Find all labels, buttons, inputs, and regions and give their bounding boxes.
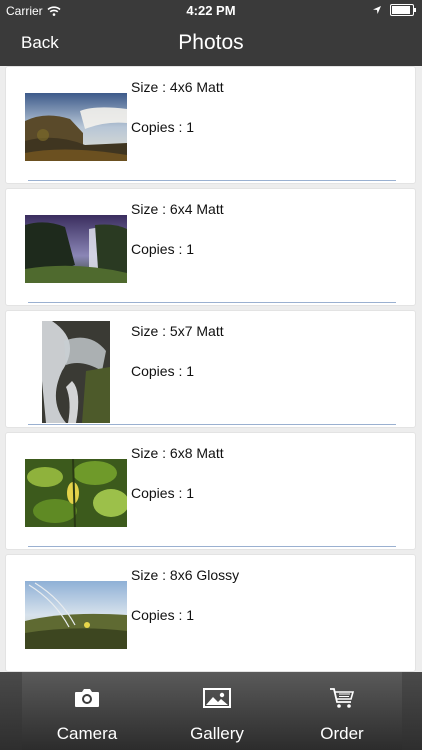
tab-gallery-label: Gallery [190, 724, 244, 743]
photo-size: Size : 6x4 Matt [131, 201, 224, 217]
row-separator [28, 302, 396, 303]
navigation-bar: Back Photos [0, 22, 422, 66]
photo-copies: Copies : 1 [131, 363, 195, 379]
photo-copies: Copies : 1 [131, 485, 195, 501]
photo-copies: Copies : 1 [131, 607, 195, 623]
photo-thumbnail [25, 581, 127, 649]
tab-camera-label: Camera [56, 724, 118, 743]
tab-order[interactable]: Order [282, 672, 402, 750]
photo-item[interactable]: Size : 5x7 Matt Copies : 1 [5, 310, 416, 428]
photo-thumbnail [25, 215, 127, 283]
tab-bar-inner: Camera Gallery Order [22, 672, 402, 750]
status-bar: Carrier 4:22 PM [0, 0, 422, 22]
photo-size: Size : 4x6 Matt [131, 79, 224, 95]
tab-bar: Camera Gallery Order [0, 672, 422, 750]
photo-thumbnail [42, 321, 110, 423]
photo-size: Size : 6x8 Matt [131, 445, 224, 461]
tab-gallery[interactable]: Gallery [152, 672, 282, 750]
photo-size: Size : 8x6 Glossy [131, 567, 240, 583]
battery-icon [390, 4, 416, 16]
photo-item[interactable]: Size : 6x4 Matt Copies : 1 [5, 188, 416, 306]
photo-copies: Copies : 1 [131, 119, 195, 135]
photo-item[interactable]: Size : 8x6 Glossy Copies : 1 [5, 554, 416, 672]
tab-order-label: Order [320, 724, 364, 743]
camera-icon [75, 689, 99, 707]
page-title: Photos [178, 31, 244, 54]
cart-icon [330, 688, 355, 708]
location-arrow-icon [373, 6, 381, 14]
image-icon [203, 688, 231, 708]
tab-camera[interactable]: Camera [22, 672, 152, 750]
photo-thumbnail [25, 93, 127, 161]
photo-copies: Copies : 1 [131, 241, 195, 257]
status-right [372, 4, 416, 16]
photo-list[interactable]: Size : 4x6 Matt Copies : 1 Size : 6x4 Ma… [0, 66, 422, 672]
row-separator [28, 424, 396, 425]
photo-item[interactable]: Size : 6x8 Matt Copies : 1 [5, 432, 416, 550]
row-separator [28, 180, 396, 181]
photo-item[interactable]: Size : 4x6 Matt Copies : 1 [5, 66, 416, 184]
row-separator [28, 546, 396, 547]
photo-thumbnail [25, 459, 127, 527]
photo-size: Size : 5x7 Matt [131, 323, 224, 339]
status-time: 4:22 PM [186, 3, 236, 18]
